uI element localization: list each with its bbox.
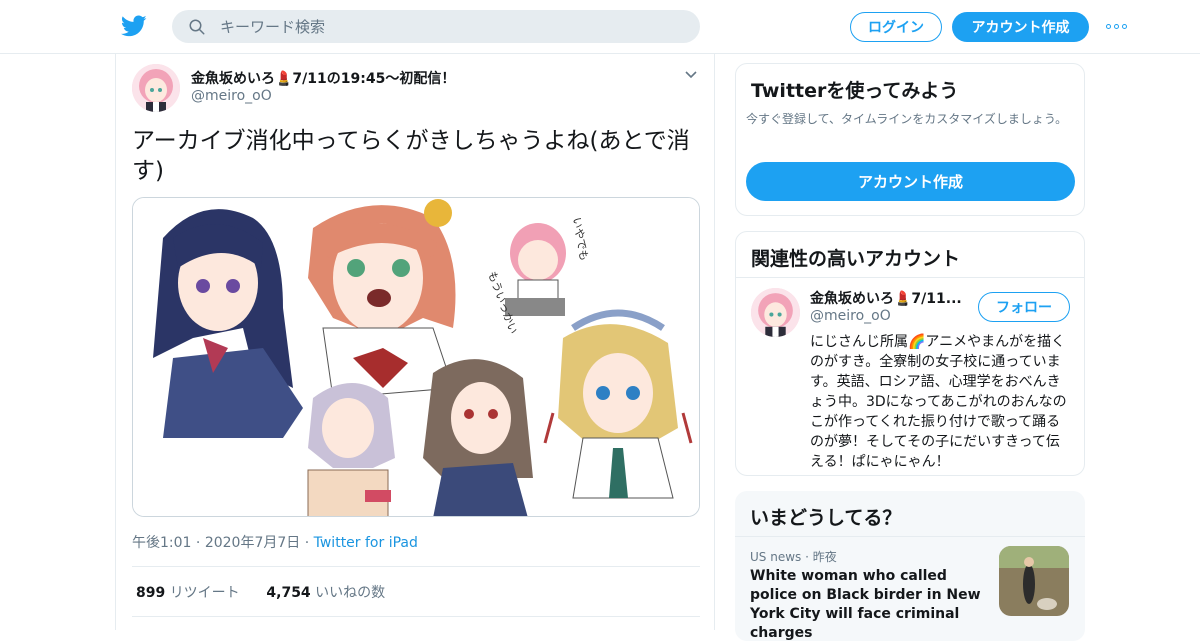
tweet-detail: 金魚坂めいろ💄7/11の19:45〜初配信！ @meiro_oO アーカイブ消化…	[115, 54, 715, 630]
search-icon	[189, 19, 205, 34]
chevron-down-icon[interactable]	[684, 70, 698, 80]
card-title: いまどうしてる？	[750, 507, 902, 529]
create-account-button[interactable]: アカウント作成	[746, 162, 1075, 201]
avatar[interactable]	[751, 288, 800, 337]
more-options-icon[interactable]	[1106, 18, 1130, 34]
divider	[736, 277, 1084, 278]
news-meta: US news · 昨夜	[750, 550, 837, 564]
tweet-text: アーカイブ消化中ってらくがきしちゃうよね(あとで消す)	[132, 128, 690, 184]
news-thumbnail[interactable]	[999, 546, 1069, 616]
avatar[interactable]	[132, 64, 180, 112]
tweet-image[interactable]: もういっかい いやでも	[132, 197, 700, 517]
separator-dot: ·	[304, 535, 314, 551]
card-title: Twitterを使ってみよう	[751, 80, 959, 102]
divider	[132, 616, 700, 617]
tweet-date[interactable]: 2020年7月7日	[205, 535, 300, 551]
account-name[interactable]: 金魚坂めいろ💄7/11...	[810, 288, 962, 308]
separator-dot: ·	[195, 535, 205, 551]
tweet-source-link[interactable]: Twitter for iPad	[314, 535, 418, 551]
search-input[interactable]	[220, 17, 660, 36]
related-accounts-card: 関連性の高いアカウント 金魚坂めいろ💄7/11... @meiro_oO フォロ…	[735, 231, 1085, 476]
whats-happening-card: いまどうしてる？ US news · 昨夜 White woman who ca…	[735, 491, 1085, 641]
signup-button[interactable]: アカウント作成	[952, 12, 1089, 42]
tweet-stats: 899 リツイート 4,754 いいねの数	[136, 582, 385, 602]
news-headline[interactable]: White woman who called police on Black b…	[750, 567, 990, 643]
top-navigation-bar: ログイン アカウント作成	[0, 0, 1200, 54]
divider	[735, 536, 1085, 537]
signup-prompt-card: Twitterを使ってみよう 今すぐ登録して、タイムラインをカスタマイズしましょ…	[735, 63, 1085, 216]
account-handle[interactable]: @meiro_oO	[810, 308, 891, 324]
card-title: 関連性の高いアカウント	[751, 248, 961, 270]
search-box[interactable]	[172, 10, 700, 43]
twitter-bird-icon[interactable]	[120, 13, 148, 39]
card-description: 今すぐ登録して、タイムラインをカスタマイズしましょう。	[746, 112, 1068, 126]
account-bio: にじさんじ所属🌈アニメやまんがを描くのがすき。全寮制の女子校に通っています。英語…	[810, 334, 1067, 470]
tweet-time[interactable]: 午後1:01	[132, 535, 191, 551]
divider	[132, 566, 700, 567]
author-name[interactable]: 金魚坂めいろ💄7/11の19:45〜初配信！	[191, 68, 455, 88]
retweet-count[interactable]: 899 リツイート	[136, 585, 240, 601]
login-button[interactable]: ログイン	[850, 12, 942, 42]
follow-button[interactable]: フォロー	[978, 292, 1070, 322]
like-count[interactable]: 4,754 いいねの数	[266, 585, 385, 601]
author-handle[interactable]: @meiro_oO	[191, 88, 272, 104]
tweet-timestamp: 午後1:01 · 2020年7月7日 · Twitter for iPad	[132, 532, 418, 552]
